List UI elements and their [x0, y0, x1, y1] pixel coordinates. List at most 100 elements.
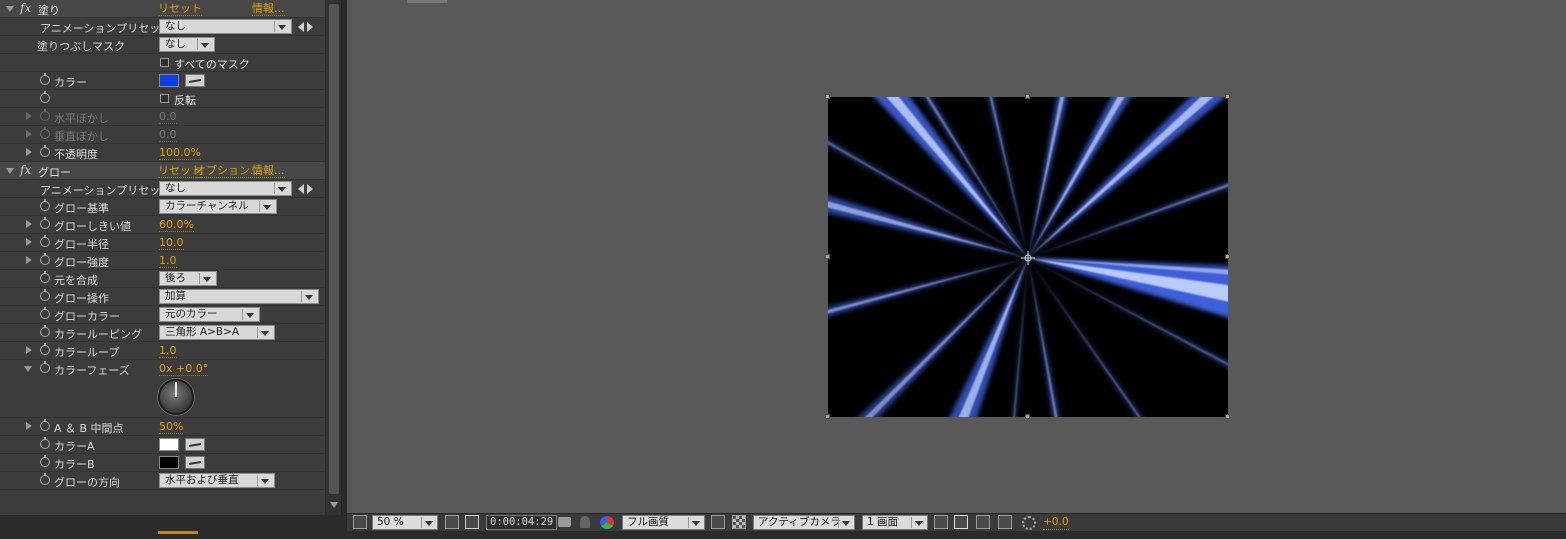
view-layout-dropdown[interactable]: 1 画面 — [862, 515, 928, 530]
resolution-dropdown[interactable]: フル画質 — [622, 515, 705, 530]
stopwatch-icon[interactable] — [40, 73, 50, 85]
color-b-swatch[interactable] — [159, 456, 179, 469]
glow-about-link[interactable]: 情報... — [252, 164, 285, 178]
glow-phase-value[interactable]: 0x +0.0° — [159, 362, 209, 376]
glow-based-on-row: グロー基準 カラーチャンネル — [0, 198, 325, 216]
glow-composite-dropdown[interactable]: 後ろ — [159, 271, 217, 286]
glow-threshold-value[interactable]: 60.0% — [159, 218, 194, 232]
stopwatch-icon[interactable] — [40, 455, 50, 467]
glow-preset-dropdown[interactable]: なし — [159, 181, 292, 196]
transparency-grid-icon[interactable] — [732, 515, 746, 529]
stopwatch-icon[interactable] — [40, 91, 50, 103]
flowchart-icon[interactable] — [998, 515, 1012, 529]
fill-about-link[interactable]: 情報... — [252, 2, 285, 16]
snapshot-camera-icon[interactable] — [558, 517, 571, 527]
twirl-closed-icon[interactable] — [26, 220, 32, 228]
twirl-closed-icon[interactable] — [26, 148, 32, 156]
twirl-closed-icon[interactable] — [26, 130, 32, 138]
twirl-open-icon[interactable] — [6, 168, 14, 174]
glow-loops-value[interactable]: 1.0 — [159, 344, 177, 358]
stopwatch-icon[interactable] — [40, 307, 50, 319]
composition-frame[interactable] — [828, 97, 1228, 417]
glow-options-link[interactable]: オプション... — [195, 164, 261, 178]
fx-icon[interactable]: fx — [20, 1, 31, 15]
twirl-open-icon[interactable] — [6, 6, 14, 12]
eyedropper-icon[interactable] — [185, 438, 205, 451]
fill-preset-dropdown[interactable]: なし — [159, 19, 292, 34]
timeline-icon[interactable] — [976, 515, 990, 529]
glow-looping-label: カラールーピング — [54, 328, 142, 341]
h-feather-value[interactable]: 0.0 — [159, 110, 177, 124]
region-of-interest-icon[interactable] — [711, 515, 725, 529]
stopwatch-icon[interactable] — [40, 199, 50, 211]
stopwatch-icon[interactable] — [40, 419, 50, 431]
fill-mask-dropdown[interactable]: なし — [159, 37, 215, 52]
fill-opacity-value[interactable]: 100.0% — [159, 146, 201, 160]
reset-exposure-icon[interactable] — [1022, 516, 1036, 530]
twirl-open-icon[interactable] — [24, 366, 32, 372]
glow-phase-label: カラーフェーズ — [54, 364, 130, 377]
glow-based-on-dropdown[interactable]: カラーチャンネル — [159, 199, 277, 214]
color-phase-dial[interactable] — [158, 379, 194, 415]
effect-header-fill[interactable]: fx 塗り リセット 情報... — [0, 0, 325, 18]
exposure-value[interactable]: +0.0 — [1043, 516, 1069, 530]
layer-handle[interactable] — [1225, 254, 1230, 259]
composition-viewer[interactable] — [347, 0, 1566, 513]
stopwatch-icon[interactable] — [40, 145, 50, 157]
twirl-closed-icon[interactable] — [26, 238, 32, 246]
color-a-swatch[interactable] — [159, 438, 179, 451]
twirl-closed-icon[interactable] — [26, 256, 32, 264]
v-feather-value[interactable]: 0.0 — [159, 128, 177, 142]
layer-handle[interactable] — [825, 254, 830, 259]
stopwatch-icon[interactable] — [40, 253, 50, 265]
layer-handle[interactable] — [1225, 414, 1230, 419]
scrollbar-thumb[interactable] — [329, 4, 339, 494]
glow-looping-dropdown[interactable]: 三角形 A>B>A — [159, 325, 275, 340]
stopwatch-icon[interactable] — [40, 127, 50, 139]
layer-handle[interactable] — [825, 414, 830, 419]
current-time-display[interactable]: 0:00:04:29 — [486, 515, 558, 530]
effect-header-glow[interactable]: fx グロー リセット オプション... 情報... — [0, 162, 325, 180]
twirl-closed-icon[interactable] — [26, 422, 32, 430]
glow-operation-dropdown[interactable]: 加算 — [159, 289, 319, 304]
eyedropper-icon[interactable] — [185, 74, 205, 87]
stopwatch-icon[interactable] — [40, 343, 50, 355]
twirl-closed-icon[interactable] — [26, 112, 32, 120]
stopwatch-icon[interactable] — [40, 437, 50, 449]
mask-visibility-icon[interactable] — [465, 515, 479, 529]
eyedropper-icon[interactable] — [185, 456, 205, 469]
glow-intensity-value[interactable]: 1.0 — [159, 254, 177, 268]
fx-icon[interactable]: fx — [20, 163, 31, 177]
show-channel-icon[interactable] — [600, 516, 614, 529]
stopwatch-icon[interactable] — [40, 235, 50, 247]
layer-handle[interactable] — [1225, 94, 1230, 99]
all-masks-checkbox[interactable] — [160, 58, 169, 67]
stopwatch-icon[interactable] — [40, 217, 50, 229]
toggle-pixel-aspect-icon[interactable] — [934, 515, 948, 529]
fast-previews-icon[interactable] — [954, 515, 968, 529]
stopwatch-icon[interactable] — [40, 473, 50, 485]
always-preview-icon[interactable] — [353, 515, 367, 529]
stopwatch-icon[interactable] — [40, 325, 50, 337]
glow-colors-dropdown[interactable]: 元のカラー — [159, 307, 260, 322]
glow-radius-value[interactable]: 10.0 — [159, 236, 184, 250]
invert-checkbox[interactable] — [160, 94, 169, 103]
glow-dimensions-dropdown[interactable]: 水平および垂直 — [159, 473, 275, 488]
twirl-closed-icon[interactable] — [26, 346, 32, 354]
layer-handle[interactable] — [825, 94, 830, 99]
show-snapshot-icon[interactable] — [580, 516, 590, 528]
fill-reset-link[interactable]: リセット — [158, 2, 202, 16]
layer-handle[interactable] — [1025, 94, 1030, 99]
scroll-down-arrow-icon[interactable] — [330, 502, 338, 508]
stopwatch-icon[interactable] — [40, 289, 50, 301]
layer-handle[interactable] — [1025, 414, 1030, 419]
fill-color-swatch[interactable] — [159, 74, 179, 87]
stopwatch-icon[interactable] — [40, 109, 50, 121]
active-camera-dropdown[interactable]: アクティブカメラ — [753, 515, 855, 530]
stopwatch-icon[interactable] — [40, 361, 50, 373]
title-safe-grid-icon[interactable] — [445, 515, 459, 529]
panel-scrollbar[interactable] — [325, 0, 341, 515]
glow-midpoint-value[interactable]: 50% — [159, 420, 184, 434]
magnification-dropdown[interactable]: 50 % — [372, 515, 438, 530]
stopwatch-icon[interactable] — [40, 271, 50, 283]
